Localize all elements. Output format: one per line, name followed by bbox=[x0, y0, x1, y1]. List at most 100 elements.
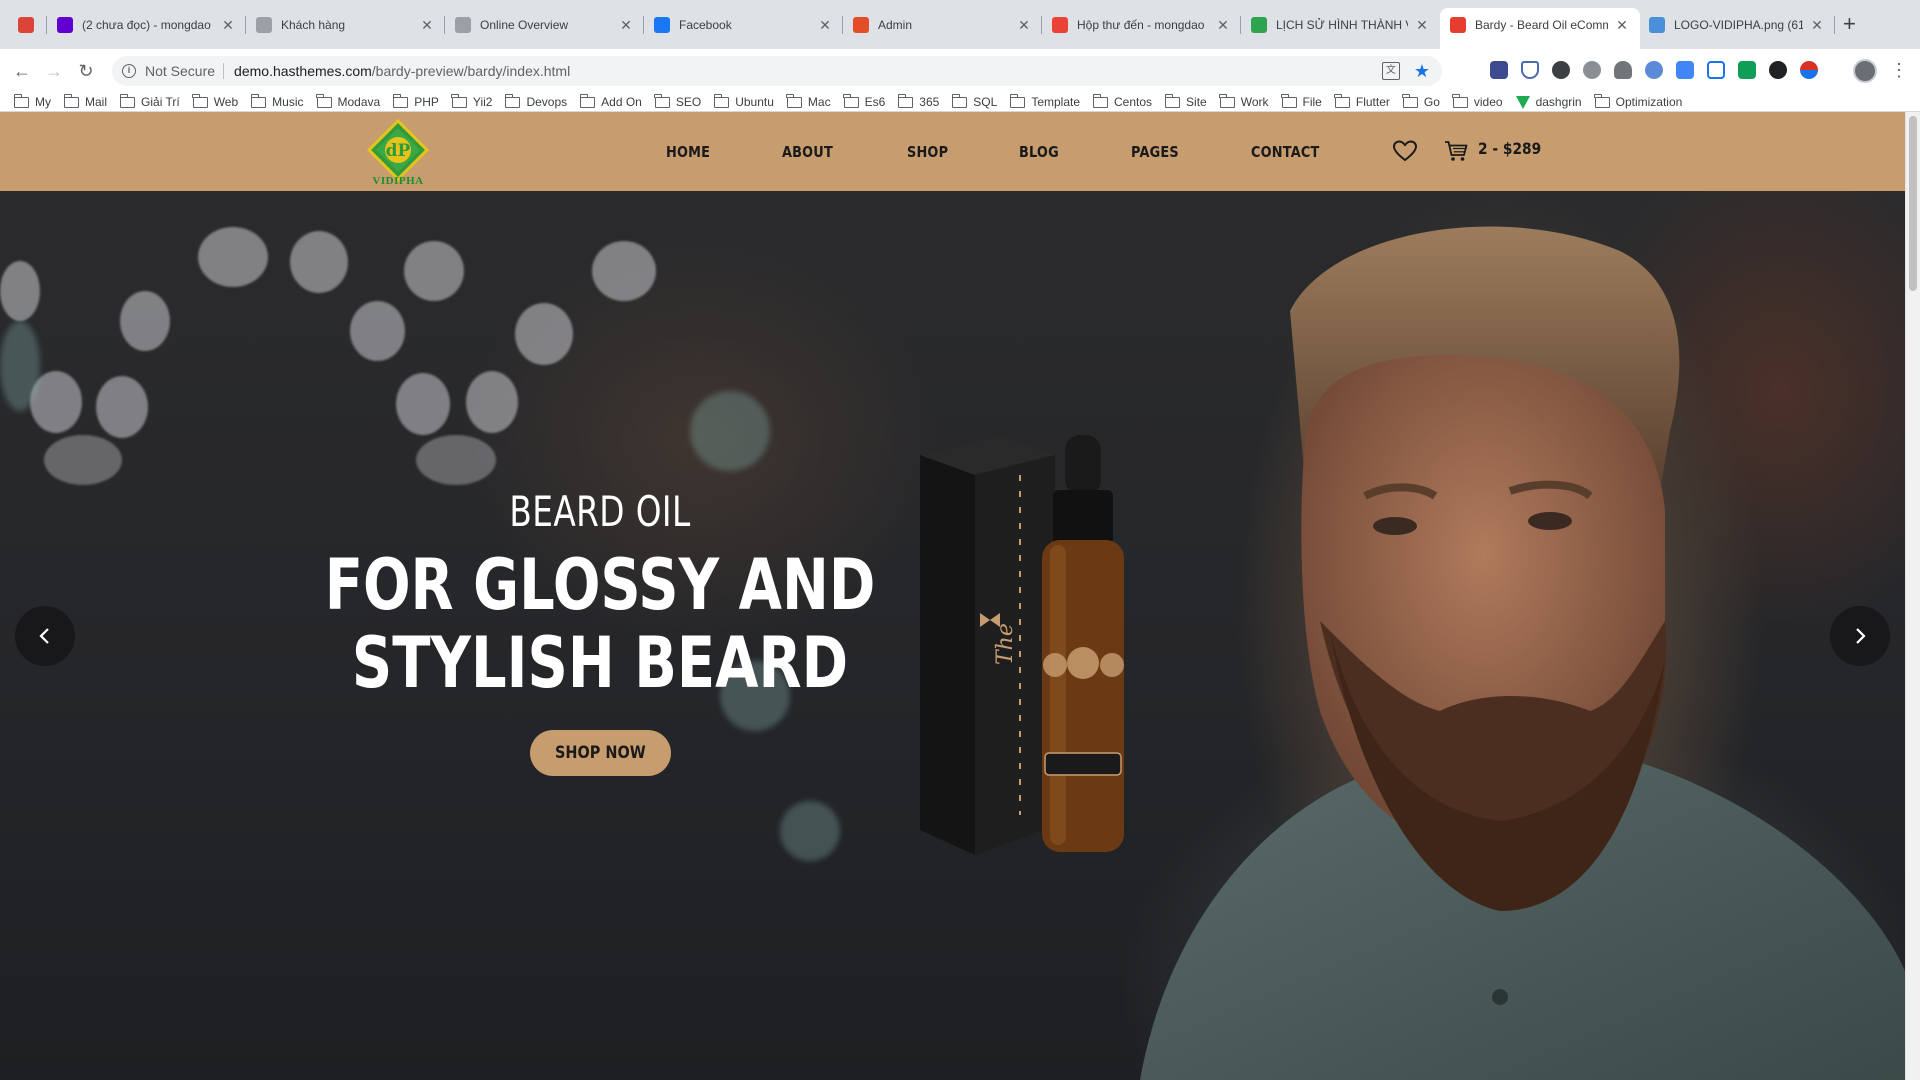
page-scrollbar[interactable] bbox=[1905, 112, 1920, 1080]
bookmark-item[interactable]: Optimization bbox=[1594, 93, 1682, 109]
nav-shop[interactable]: SHOP bbox=[907, 143, 948, 161]
shield-icon[interactable] bbox=[1521, 61, 1539, 79]
profile-avatar[interactable] bbox=[1853, 59, 1877, 83]
translate-icon[interactable]: 文 bbox=[1381, 62, 1400, 80]
bookmark-item[interactable]: dashgrin bbox=[1515, 95, 1582, 109]
browser-tab[interactable]: Admin ✕ bbox=[843, 8, 1042, 42]
browser-tab[interactable]: Bardy - Beard Oil eComm ✕ bbox=[1440, 8, 1640, 49]
bookmark-label: Go bbox=[1423, 95, 1440, 109]
bookmark-item[interactable]: My bbox=[13, 93, 51, 109]
tab-close-icon[interactable]: ✕ bbox=[1016, 17, 1032, 34]
extension-icon[interactable] bbox=[1490, 61, 1508, 79]
tab-close-icon[interactable]: ✕ bbox=[817, 17, 833, 34]
shop-now-label: SHOP NOW bbox=[555, 743, 646, 763]
cart-icon[interactable] bbox=[1444, 139, 1468, 163]
tab-close-icon[interactable]: ✕ bbox=[1614, 17, 1630, 34]
bookmark-label: Yii2 bbox=[472, 95, 493, 109]
nav-blog[interactable]: BLOG bbox=[1019, 143, 1059, 161]
bookmark-item[interactable]: Flutter bbox=[1334, 93, 1390, 109]
bookmark-label: 365 bbox=[919, 95, 940, 109]
bookmark-item[interactable]: Site bbox=[1164, 93, 1207, 109]
extension-icon[interactable] bbox=[1769, 61, 1787, 79]
bookmark-item[interactable]: Add On bbox=[579, 93, 642, 109]
scrollbar-thumb[interactable] bbox=[1909, 116, 1917, 291]
browser-tab[interactable]: Online Overview ✕ bbox=[445, 8, 644, 42]
gear-icon[interactable] bbox=[1552, 61, 1570, 79]
bookmark-item[interactable]: Mail bbox=[63, 93, 107, 109]
bookmark-item[interactable]: video bbox=[1452, 93, 1503, 109]
tab-close-icon[interactable]: ✕ bbox=[1215, 17, 1231, 34]
bookmark-star-icon[interactable]: ★ bbox=[1414, 62, 1430, 80]
tab-close-icon[interactable]: ✕ bbox=[1809, 17, 1825, 34]
bookmark-item[interactable]: Template bbox=[1009, 93, 1080, 109]
bookmark-item[interactable]: Centos bbox=[1092, 93, 1152, 109]
bokeh-light bbox=[515, 303, 573, 365]
browser-tab[interactable]: LOGO-VIDIPHA.png (618 ✕ bbox=[1639, 8, 1835, 42]
info-icon[interactable]: i bbox=[122, 64, 136, 78]
bookmark-item[interactable]: Mac bbox=[786, 93, 831, 109]
shop-now-button[interactable]: SHOP NOW bbox=[530, 730, 671, 776]
bookmark-item[interactable]: Go bbox=[1402, 93, 1440, 109]
admin-icon bbox=[853, 17, 869, 33]
browser-tab[interactable]: Facebook ✕ bbox=[644, 8, 843, 42]
folder-icon bbox=[392, 93, 409, 108]
nav-home[interactable]: HOME bbox=[666, 143, 710, 161]
extension-icon[interactable] bbox=[1707, 61, 1725, 79]
browser-tabstrip: (2 chưa đọc) - mongdao ✕ Khách hàng ✕ Online… bbox=[0, 0, 1920, 49]
bookmark-item[interactable]: Devops bbox=[504, 93, 567, 109]
bookmark-item[interactable]: Modava bbox=[316, 93, 380, 109]
tab-title: (2 chưa đọc) - mongdao bbox=[82, 18, 211, 32]
back-icon[interactable]: ← bbox=[8, 57, 36, 85]
slider-prev-button[interactable] bbox=[15, 606, 75, 666]
tab-close-icon[interactable]: ✕ bbox=[419, 17, 435, 34]
tab-close-icon[interactable]: ✕ bbox=[1414, 17, 1430, 34]
wishlist-heart-icon[interactable] bbox=[1392, 139, 1418, 163]
bookmark-item[interactable]: Es6 bbox=[843, 93, 885, 109]
hero-title: FOR GLOSSY AND STYLISH BEARD bbox=[280, 546, 920, 702]
bookmark-label: dashgrin bbox=[1535, 95, 1582, 109]
reload-icon[interactable]: ↻ bbox=[72, 57, 100, 85]
nav-pages[interactable]: PAGES bbox=[1131, 143, 1179, 161]
bookmark-item[interactable]: Giải Trí bbox=[119, 93, 180, 109]
bookmark-item[interactable]: Web bbox=[192, 93, 238, 109]
bookmark-item[interactable]: Work bbox=[1219, 93, 1269, 109]
tab-close-icon[interactable]: ✕ bbox=[220, 17, 236, 34]
bookmark-label: Giải Trí bbox=[141, 95, 180, 109]
translate-ext-icon[interactable] bbox=[1676, 61, 1694, 79]
bookmark-item[interactable]: 365 bbox=[897, 93, 940, 109]
settings-icon[interactable] bbox=[1583, 61, 1601, 79]
extension-icons bbox=[1490, 61, 1818, 79]
bookmark-item[interactable]: File bbox=[1281, 93, 1322, 109]
nav-about[interactable]: ABOUT bbox=[782, 143, 833, 161]
browser-tab[interactable]: LỊCH SỬ HÌNH THÀNH V ✕ bbox=[1241, 8, 1440, 42]
bookmark-item[interactable]: Music bbox=[250, 93, 304, 109]
tab-title: Admin bbox=[878, 18, 913, 32]
cloud-icon[interactable] bbox=[1614, 61, 1632, 79]
extension-icon[interactable] bbox=[1800, 61, 1818, 79]
nav-contact[interactable]: CONTACT bbox=[1251, 143, 1319, 161]
new-tab-button[interactable]: + bbox=[1843, 13, 1856, 35]
svg-text:dP: dP bbox=[386, 141, 411, 161]
menu-icon[interactable]: ⋮ bbox=[1890, 58, 1908, 82]
forward-icon[interactable]: → bbox=[40, 57, 68, 85]
bookmark-item[interactable]: PHP bbox=[392, 93, 439, 109]
browser-tab[interactable]: Khách hàng ✕ bbox=[246, 8, 445, 42]
folder-icon bbox=[1219, 93, 1235, 108]
extension-icon[interactable] bbox=[1645, 61, 1663, 79]
bookmark-item[interactable]: SQL bbox=[951, 93, 997, 109]
tab-close-icon[interactable]: ✕ bbox=[618, 17, 634, 34]
browser-tab[interactable]: Hộp thư đến - mongdao ✕ bbox=[1042, 8, 1241, 42]
browser-tab[interactable] bbox=[8, 8, 47, 42]
browser-tab[interactable]: (2 chưa đọc) - mongdao ✕ bbox=[47, 8, 246, 42]
hero-title-line-2: STYLISH BEARD bbox=[351, 622, 849, 704]
bokeh-light bbox=[198, 227, 268, 287]
bookmark-item[interactable]: Ubuntu bbox=[713, 93, 774, 109]
bookmark-item[interactable]: SEO bbox=[654, 93, 701, 109]
folder-icon bbox=[1594, 93, 1610, 108]
bokeh-light bbox=[350, 301, 405, 361]
sheets-icon[interactable] bbox=[1738, 61, 1756, 79]
bookmark-item[interactable]: Yii2 bbox=[451, 93, 493, 109]
cart-summary[interactable]: 2 - $289 bbox=[1478, 139, 1541, 158]
slider-next-button[interactable] bbox=[1830, 606, 1890, 666]
address-bar[interactable]: i Not Secure demo.hasthemes.com/bardy-pr… bbox=[112, 56, 1442, 86]
